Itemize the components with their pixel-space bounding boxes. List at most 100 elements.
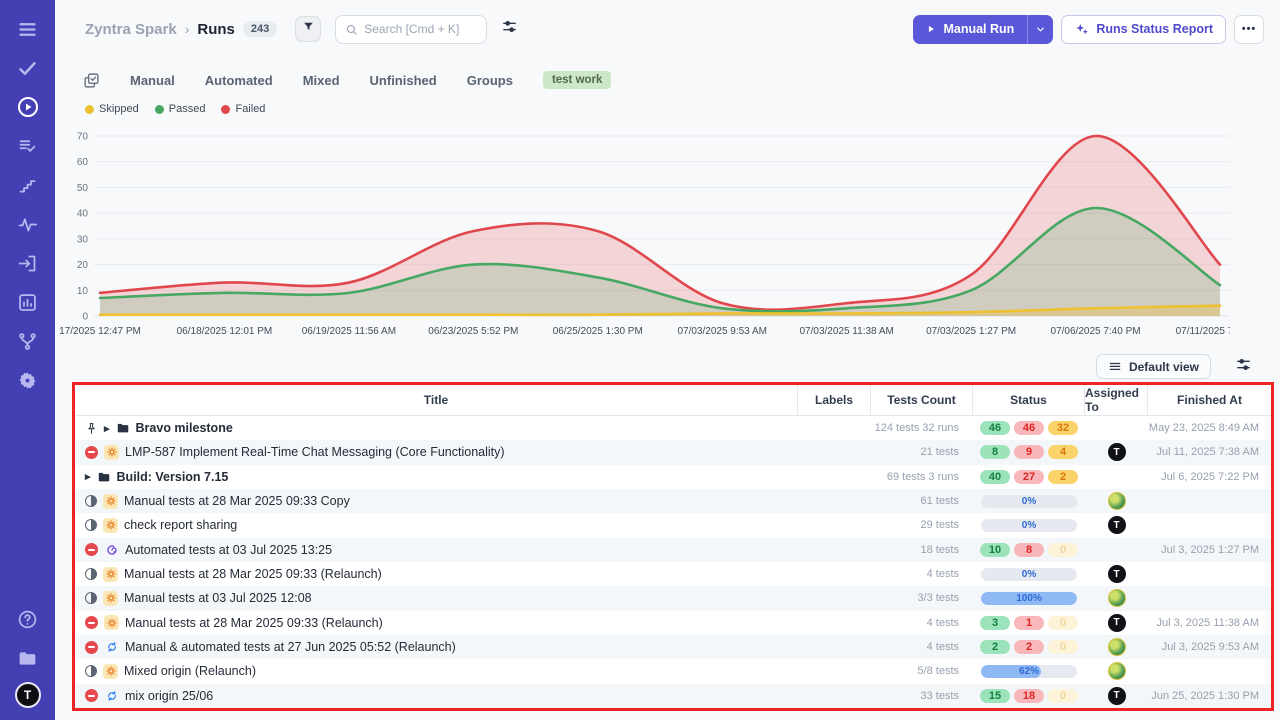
more-actions-button[interactable]: ••• (1234, 15, 1264, 44)
assignee-avatar[interactable]: T (1108, 516, 1126, 534)
legend-dot (85, 105, 94, 114)
svg-text:06/23/2025 5:52 PM: 06/23/2025 5:52 PM (428, 326, 518, 337)
expand-caret-icon[interactable]: ▸ (104, 422, 110, 435)
table-row[interactable]: mix origin 25/0633 tests15180TJun 25, 20… (75, 684, 1271, 708)
active-filter-badge[interactable]: test work (543, 71, 612, 89)
table-row[interactable]: ▸Bravo milestone124 tests 32 runs464632M… (75, 416, 1271, 440)
progress-bar: 62% (981, 665, 1077, 678)
git-branch-icon[interactable] (13, 326, 43, 356)
user-avatar[interactable]: T (15, 682, 41, 708)
search-box[interactable] (335, 15, 487, 44)
status-badge: 40 (980, 470, 1010, 484)
run-title[interactable]: LMP-587 Implement Real-Time Chat Messagi… (125, 445, 505, 459)
manual-run-dropdown[interactable] (1027, 15, 1053, 44)
status-badge: 32 (1048, 421, 1078, 435)
bar-chart-icon[interactable] (13, 287, 43, 317)
tab-groups[interactable]: Groups (467, 73, 513, 88)
automated-run-type-icon (104, 542, 119, 557)
table-row[interactable]: Manual tests at 28 Mar 2025 09:33 (Relau… (75, 611, 1271, 635)
runs-status-report-button[interactable]: Runs Status Report (1061, 15, 1226, 44)
table-row[interactable]: Manual tests at 28 Mar 2025 09:33 (Relau… (75, 562, 1271, 586)
assignee-avatar[interactable] (1108, 589, 1126, 607)
tab-unfinished[interactable]: Unfinished (370, 73, 437, 88)
import-icon[interactable] (13, 248, 43, 278)
column-header-finished-at[interactable]: Finished At (1148, 385, 1271, 415)
status-cell: 0% (973, 495, 1085, 508)
svg-text:17/2025 12:47 PM: 17/2025 12:47 PM (60, 326, 141, 337)
assignee-avatar[interactable]: T (1108, 443, 1126, 461)
in-progress-status-icon (85, 592, 97, 604)
run-title[interactable]: mix origin 25/06 (125, 689, 213, 703)
table-row[interactable]: Automated tests at 03 Jul 2025 13:2518 t… (75, 538, 1271, 562)
sliders-icon (501, 18, 518, 40)
assignee-avatar[interactable]: T (1108, 565, 1126, 583)
assignee-avatar[interactable] (1108, 638, 1126, 656)
status-badge: 3 (980, 616, 1010, 630)
column-header-title[interactable]: Title (75, 385, 798, 415)
assigned-to-cell: T (1085, 687, 1148, 705)
run-title[interactable]: Manual tests at 28 Mar 2025 09:33 (Relau… (124, 567, 382, 581)
assigned-to-cell (1085, 638, 1148, 656)
run-title[interactable]: Bravo milestone (136, 421, 233, 435)
steps-icon[interactable] (13, 170, 43, 200)
table-row[interactable]: LMP-587 Implement Real-Time Chat Messagi… (75, 440, 1271, 464)
table-row[interactable]: Manual & automated tests at 27 Jun 2025 … (75, 635, 1271, 659)
assignee-avatar[interactable] (1108, 662, 1126, 680)
activity-icon[interactable] (13, 209, 43, 239)
column-header-status[interactable]: Status (973, 385, 1085, 415)
tests-count-cell: 5/8 tests (871, 665, 973, 677)
run-title[interactable]: Build: Version 7.15 (117, 470, 229, 484)
status-cell: 15180 (973, 689, 1085, 703)
sliders-icon (1235, 356, 1252, 378)
expand-caret-icon[interactable]: ▸ (85, 470, 91, 483)
status-badge: 4 (1048, 445, 1078, 459)
run-title[interactable]: check report sharing (124, 518, 237, 532)
status-badge: 0 (1048, 640, 1078, 654)
progress-label: 0% (981, 519, 1077, 532)
run-title[interactable]: Manual tests at 28 Mar 2025 09:33 Copy (124, 494, 350, 508)
select-runs-icon[interactable] (83, 72, 100, 89)
run-title[interactable]: Automated tests at 03 Jul 2025 13:25 (125, 543, 332, 557)
runs-table: TitleLabelsTests CountStatusAssigned ToF… (72, 382, 1274, 711)
table-row[interactable]: Manual tests at 03 Jul 2025 12:083/3 tes… (75, 586, 1271, 610)
gear-icon[interactable] (13, 365, 43, 395)
search-icon (345, 23, 358, 36)
filter-button[interactable] (295, 16, 321, 42)
legend-skipped[interactable]: Skipped (85, 103, 139, 115)
manual-run-button[interactable]: Manual Run (913, 15, 1053, 44)
table-row[interactable]: Manual tests at 28 Mar 2025 09:33 Copy61… (75, 489, 1271, 513)
status-cell: 100% (973, 592, 1085, 605)
projects-folder-icon[interactable] (13, 643, 43, 673)
tests-count-cell: 4 tests (871, 568, 973, 580)
run-title[interactable]: Manual tests at 03 Jul 2025 12:08 (124, 591, 312, 605)
assignee-avatar[interactable]: T (1108, 687, 1126, 705)
page-title: Runs (197, 21, 235, 38)
run-title[interactable]: Manual & automated tests at 27 Jun 2025 … (125, 640, 456, 654)
menu-icon[interactable] (13, 14, 43, 44)
table-settings-button[interactable] (1235, 356, 1252, 378)
runs-play-icon[interactable] (13, 92, 43, 122)
legend-passed[interactable]: Passed (155, 103, 206, 115)
table-row[interactable]: check report sharing29 tests0%T (75, 513, 1271, 537)
column-header-assigned-to[interactable]: Assigned To (1085, 385, 1148, 415)
table-row[interactable]: ▸Build: Version 7.1569 tests 3 runs40272… (75, 465, 1271, 489)
assignee-avatar[interactable] (1108, 492, 1126, 510)
tab-automated[interactable]: Automated (205, 73, 273, 88)
column-header-tests-count[interactable]: Tests Count (871, 385, 973, 415)
default-view-button[interactable]: Default view (1096, 354, 1211, 379)
help-icon[interactable] (13, 604, 43, 634)
search-settings-button[interactable] (501, 18, 518, 40)
run-title[interactable]: Manual tests at 28 Mar 2025 09:33 (Relau… (125, 616, 383, 630)
list-check-icon[interactable] (13, 131, 43, 161)
tab-manual[interactable]: Manual (130, 73, 175, 88)
run-title[interactable]: Mixed origin (Relaunch) (124, 664, 256, 678)
table-row[interactable]: Mixed origin (Relaunch) 5/8 tests 62% (75, 659, 1271, 683)
column-header-labels[interactable]: Labels (798, 385, 871, 415)
search-input[interactable] (364, 22, 477, 36)
check-icon[interactable] (13, 53, 43, 83)
assignee-avatar[interactable]: T (1108, 614, 1126, 632)
tab-mixed[interactable]: Mixed (303, 73, 340, 88)
breadcrumb-project[interactable]: Zyntra Spark (85, 21, 177, 38)
breadcrumb-separator: › (185, 21, 190, 37)
legend-failed[interactable]: Failed (221, 103, 265, 115)
